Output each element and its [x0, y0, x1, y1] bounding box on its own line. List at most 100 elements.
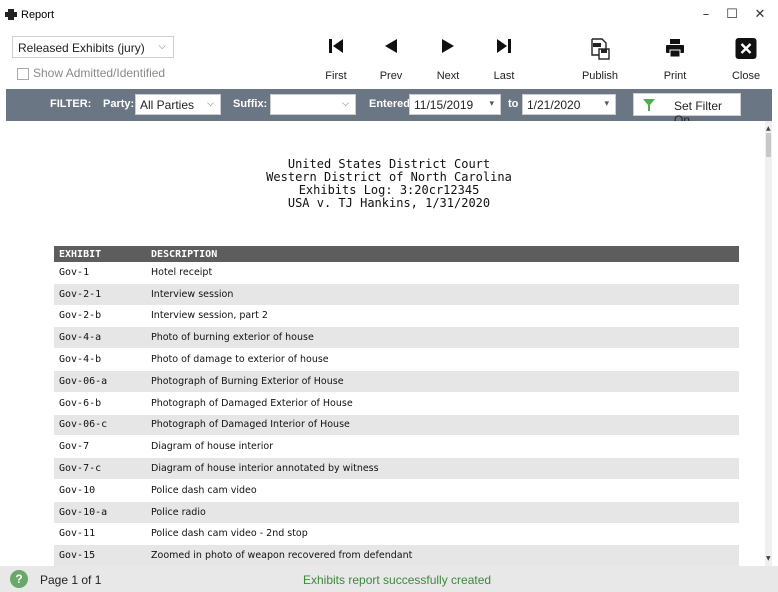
- exhibit-id-cell: Gov-1: [54, 262, 146, 284]
- suffix-select[interactable]: ⌵: [270, 94, 356, 115]
- exhibit-id-cell: Gov-11: [54, 523, 146, 546]
- entered-from-value: 11/15/2019: [414, 98, 474, 112]
- exhibit-id-cell: Gov-06-a: [54, 370, 146, 393]
- report-header: United States District Court Western Dis…: [6, 158, 772, 210]
- dropdown-arrow-icon: ▾: [604, 99, 609, 109]
- exhibit-id-cell: Gov-4-b: [54, 348, 146, 371]
- skip-last-icon: [497, 39, 511, 53]
- last-button[interactable]: Last: [474, 32, 534, 87]
- show-admitted-label: Show Admitted/Identified: [33, 66, 166, 80]
- publish-pdf-icon: [591, 38, 610, 60]
- previous-icon: [385, 39, 397, 53]
- table-row: Gov-4-a Photo of burning exterior of hous…: [54, 326, 739, 350]
- next-icon: [442, 39, 454, 53]
- exhibit-description-cell: Interview session: [146, 283, 739, 306]
- table-header-row: EXHIBIT DESCRIPTION: [54, 246, 739, 262]
- chevron-down-icon: ⌵: [158, 41, 166, 52]
- skip-first-icon: [329, 39, 343, 53]
- close-icon: [735, 38, 757, 59]
- status-message: Exhibits report successfully created: [303, 573, 492, 587]
- table-row: Gov-4-b Photo of damage to exterior of ho…: [54, 348, 739, 371]
- first-button[interactable]: First: [306, 32, 366, 87]
- print-button[interactable]: Print: [645, 32, 705, 87]
- table-row: Gov-2-b Interview session, part 2: [54, 305, 739, 328]
- exhibit-id-cell: Gov-2-1: [54, 283, 146, 306]
- print-label: Print: [663, 70, 687, 82]
- last-label: Last: [493, 70, 515, 82]
- entered-to-value: 1/21/2020: [527, 98, 581, 112]
- column-header-description: DESCRIPTION: [146, 246, 739, 262]
- exhibit-id-cell: Gov-7: [54, 435, 146, 459]
- vertical-scrollbar[interactable]: ▲ ▼: [765, 121, 772, 566]
- party-label: Party:: [103, 98, 135, 110]
- exhibit-description-cell: Police dash cam video - 2nd stop: [146, 523, 739, 546]
- printer-icon: [5, 9, 17, 20]
- table-row: Gov-2-1 Interview session: [54, 283, 739, 306]
- set-filter-button[interactable]: Set Filter On: [633, 93, 741, 127]
- prev-label: Prev: [379, 70, 403, 82]
- entered-label: Entered: [369, 98, 410, 110]
- exhibit-id-cell: Gov-4-a: [54, 326, 146, 350]
- window-title: Report: [21, 9, 55, 21]
- close-button[interactable]: Close: [716, 32, 776, 87]
- table-row: Gov-06-a Photograph of Burning Exterior o…: [54, 370, 739, 393]
- table-row: Gov-11 Police dash cam video - 2nd stop: [54, 523, 739, 546]
- exhibit-id-cell: Gov-15: [54, 544, 146, 566]
- exhibit-id-cell: Gov-06-c: [54, 414, 146, 437]
- printer-icon: [666, 39, 684, 58]
- scroll-down-arrow-icon[interactable]: ▼: [766, 555, 771, 562]
- exhibit-id-cell: Gov-2-b: [54, 305, 146, 328]
- exhibit-description-cell: Photograph of Burning Exterior of House: [146, 370, 739, 393]
- entered-from-date[interactable]: 11/15/2019 ▾: [409, 94, 501, 115]
- exhibit-description-cell: Hotel receipt: [146, 262, 739, 284]
- status-bar: ? Page 1 of 1 Exhibits report successful…: [0, 566, 778, 592]
- exhibit-id-cell: Gov-7-c: [54, 457, 146, 480]
- report-viewer: United States District Court Western Dis…: [6, 121, 772, 566]
- table-row: Gov-15 Zoomed in photo of weapon recovere…: [54, 544, 739, 566]
- table-row: Gov-7 Diagram of house interior: [54, 435, 739, 459]
- publish-button[interactable]: Publish: [570, 32, 630, 87]
- exhibit-description-cell: Diagram of house interior annotated by w…: [146, 457, 739, 480]
- page-info: Page 1 of 1: [40, 573, 102, 587]
- exhibit-description-cell: Police radio: [146, 501, 739, 524]
- exhibit-description-cell: Interview session, part 2: [146, 305, 739, 328]
- party-select[interactable]: All Parties ⌵: [135, 94, 221, 115]
- view-select-value: Released Exhibits (jury): [18, 41, 145, 55]
- title-bar: Report – ☐ ✕: [0, 0, 778, 32]
- exhibit-description-cell: Photo of damage to exterior of house: [146, 348, 739, 371]
- help-icon[interactable]: ?: [10, 570, 28, 588]
- exhibits-table: EXHIBIT DESCRIPTION Gov-1 Hotel receipt Go…: [54, 246, 739, 566]
- exhibit-description-cell: Photograph of Damaged Interior of House: [146, 414, 739, 437]
- dropdown-arrow-icon: ▾: [489, 99, 494, 109]
- show-admitted-checkbox[interactable]: [17, 68, 29, 80]
- table-row: Gov-06-c Photograph of Damaged Interior o…: [54, 414, 739, 437]
- exhibit-description-cell: Photograph of Damaged Exterior of House: [146, 392, 739, 415]
- window-close-button[interactable]: ✕: [742, 0, 778, 32]
- prev-button[interactable]: Prev: [361, 32, 421, 87]
- view-select[interactable]: Released Exhibits (jury) ⌵: [12, 36, 174, 58]
- publish-label: Publish: [581, 70, 619, 82]
- exhibit-id-cell: Gov-10: [54, 479, 146, 502]
- chevron-down-icon: ⌵: [342, 99, 349, 109]
- exhibit-id-cell: Gov-6-b: [54, 392, 146, 415]
- next-label: Next: [436, 70, 460, 82]
- party-select-value: All Parties: [140, 98, 195, 112]
- exhibit-description-cell: Zoomed in photo of weapon recovered from…: [146, 544, 739, 566]
- next-button[interactable]: Next: [418, 32, 478, 87]
- entered-to-date[interactable]: 1/21/2020 ▾: [522, 94, 616, 115]
- suffix-label: Suffix:: [233, 98, 268, 110]
- funnel-icon: [643, 99, 655, 111]
- table-row: Gov-6-b Photograph of Damaged Exterior of…: [54, 392, 739, 415]
- chevron-down-icon: ⌵: [207, 99, 214, 109]
- toolbar: Released Exhibits (jury) ⌵ Show Admitted…: [0, 32, 778, 87]
- scroll-up-arrow-icon[interactable]: ▲: [766, 125, 771, 132]
- to-label: to: [508, 98, 519, 110]
- table-row: Gov-10 Police dash cam video: [54, 479, 739, 502]
- scroll-thumb[interactable]: [766, 133, 771, 157]
- close-label: Close: [731, 70, 761, 82]
- exhibit-description-cell: Diagram of house interior: [146, 435, 739, 459]
- filter-label: FILTER:: [50, 98, 92, 110]
- filter-bar: FILTER: Party: All Parties ⌵ Suffix: ⌵ E…: [6, 89, 772, 127]
- table-row: Gov-7-c Diagram of house interior annotat…: [54, 457, 739, 480]
- case-title: USA v. TJ Hankins, 1/31/2020: [287, 196, 491, 210]
